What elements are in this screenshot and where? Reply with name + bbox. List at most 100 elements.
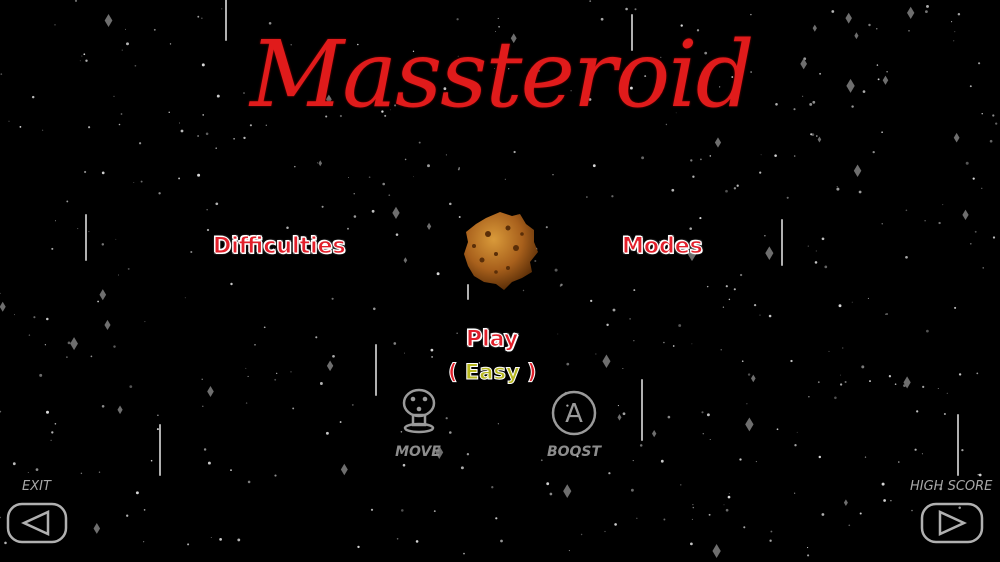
star xyxy=(552,174,554,176)
star xyxy=(545,226,548,229)
sparkle-star xyxy=(800,58,808,70)
star xyxy=(206,228,210,232)
sparkle-star xyxy=(99,289,107,301)
star xyxy=(19,125,22,128)
star xyxy=(750,13,752,16)
play-button[interactable]: Play xyxy=(465,327,518,353)
difficulty-value: Easy xyxy=(464,360,520,385)
star xyxy=(810,133,813,136)
star xyxy=(14,314,15,316)
star xyxy=(764,235,766,237)
star xyxy=(733,187,737,190)
star xyxy=(41,129,44,131)
star xyxy=(590,299,593,303)
star xyxy=(201,378,203,380)
modes-button[interactable]: Modes xyxy=(622,234,704,260)
star xyxy=(921,453,923,455)
asteroid-icon xyxy=(464,212,538,290)
star xyxy=(286,226,289,230)
star xyxy=(153,28,156,31)
star xyxy=(706,413,710,417)
star xyxy=(629,318,631,320)
star xyxy=(44,344,47,346)
star xyxy=(445,417,448,420)
star xyxy=(881,131,883,134)
star xyxy=(88,231,90,233)
star xyxy=(954,31,956,33)
star xyxy=(916,410,919,413)
sparkle-star xyxy=(765,246,774,260)
star xyxy=(546,482,550,486)
star xyxy=(981,113,983,115)
star xyxy=(807,245,809,247)
star xyxy=(828,350,830,352)
sparkle-star xyxy=(854,32,859,40)
difficulties-button[interactable]: Difficulties xyxy=(213,234,347,260)
star xyxy=(388,194,391,197)
star xyxy=(0,292,1,294)
star xyxy=(786,196,789,199)
star xyxy=(926,329,929,333)
star xyxy=(976,372,979,375)
star xyxy=(877,78,880,81)
star xyxy=(413,176,414,178)
star xyxy=(206,209,208,211)
star xyxy=(125,28,126,30)
star xyxy=(678,324,682,327)
star xyxy=(81,55,83,57)
star xyxy=(118,274,119,276)
star xyxy=(254,344,256,346)
star xyxy=(0,516,1,519)
star xyxy=(774,154,777,157)
star xyxy=(243,92,245,94)
star xyxy=(926,4,929,8)
star xyxy=(992,236,996,239)
star xyxy=(586,196,588,198)
star xyxy=(138,142,142,145)
sparkle-star xyxy=(882,75,889,85)
star xyxy=(115,238,117,240)
star xyxy=(83,53,86,56)
star xyxy=(190,250,193,254)
left-arrow-icon xyxy=(20,510,50,536)
star xyxy=(54,423,57,425)
star xyxy=(709,439,711,440)
star xyxy=(898,461,900,463)
star xyxy=(150,459,153,462)
star xyxy=(746,403,748,405)
star xyxy=(759,171,762,174)
star xyxy=(55,220,56,222)
star xyxy=(836,187,840,191)
star xyxy=(549,492,553,496)
star xyxy=(739,273,743,277)
star xyxy=(497,423,499,425)
sparkle-star xyxy=(426,222,432,230)
star xyxy=(924,220,926,222)
star xyxy=(861,365,865,369)
star xyxy=(864,456,867,458)
star xyxy=(178,122,181,124)
sparkle-star xyxy=(340,463,348,476)
star xyxy=(215,147,217,149)
star xyxy=(824,265,828,269)
sparkle-star xyxy=(602,354,611,369)
star xyxy=(807,547,809,549)
star xyxy=(118,123,121,126)
exit-button[interactable] xyxy=(6,500,68,546)
sparkle-star xyxy=(853,164,862,178)
star xyxy=(633,289,636,292)
star xyxy=(840,374,842,376)
sparkle-star xyxy=(104,319,111,331)
star xyxy=(127,267,130,270)
high-score-button[interactable] xyxy=(920,500,984,546)
star xyxy=(862,90,866,93)
star xyxy=(158,192,161,195)
a-button-icon: A xyxy=(551,390,597,436)
star xyxy=(869,380,871,383)
star xyxy=(851,301,853,303)
star xyxy=(316,162,318,164)
star xyxy=(925,10,928,14)
star xyxy=(393,342,397,345)
star xyxy=(292,407,295,410)
star xyxy=(404,352,405,354)
